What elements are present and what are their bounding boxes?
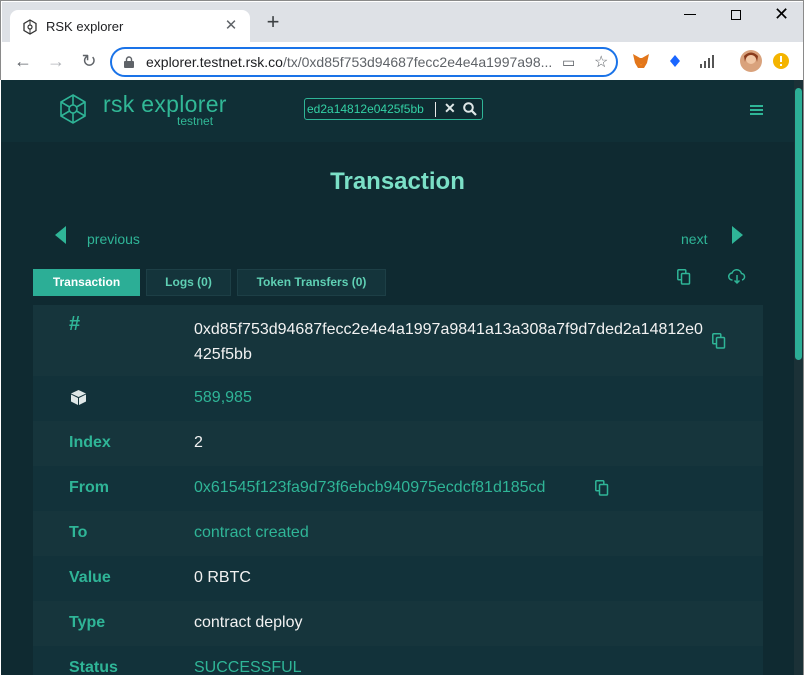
block-row: 589,985: [33, 376, 763, 421]
binance-icon[interactable]: [666, 52, 684, 70]
window-close-button[interactable]: ✕: [774, 4, 789, 25]
forward-button[interactable]: →: [45, 51, 67, 71]
status-label: Status: [69, 659, 118, 675]
avatar[interactable]: [740, 50, 762, 72]
previous-arrow-icon[interactable]: [55, 226, 66, 244]
copy-hash-icon[interactable]: [712, 333, 726, 349]
address-bar[interactable]: explorer.testnet.rsk.co/tx/0xd85f753d946…: [110, 47, 618, 77]
clear-search-icon[interactable]: ✕: [444, 100, 456, 117]
copy-icon[interactable]: [677, 269, 691, 285]
value-label: Value: [69, 569, 111, 586]
browser-window: RSK explorer ✕ + ✕ ← → ↻ explorer.testne…: [0, 0, 804, 81]
rsk-favicon-icon: [23, 19, 37, 35]
hash-icon: #: [69, 313, 81, 335]
previous-link[interactable]: previous: [87, 231, 140, 247]
tab-transaction[interactable]: Transaction: [33, 269, 140, 296]
tab-logs[interactable]: Logs (0): [146, 269, 231, 296]
cube-icon: [71, 390, 86, 405]
explorer-page: rsk explorer testnet ed2a14812e0425f5bb …: [1, 80, 794, 675]
next-link[interactable]: next: [681, 231, 707, 247]
warning-icon[interactable]: [772, 52, 790, 70]
back-button[interactable]: ←: [12, 51, 34, 71]
tx-hash-value: 0xd85f753d94687fecc2e4e4a1997a9841a13a30…: [194, 321, 703, 363]
type-value: contract deploy: [194, 614, 303, 631]
to-row: To contract created: [33, 511, 763, 556]
search-input[interactable]: ed2a14812e0425f5bb: [307, 102, 435, 116]
minimize-button[interactable]: [684, 14, 696, 15]
cast-icon[interactable]: ▭: [562, 54, 575, 71]
search-box[interactable]: ed2a14812e0425f5bb ✕: [304, 98, 483, 120]
status-row: Status SUCCESSFUL: [33, 646, 763, 675]
to-value-link[interactable]: contract created: [194, 524, 309, 542]
browser-tab[interactable]: RSK explorer ✕: [10, 10, 250, 43]
maximize-button[interactable]: [731, 10, 741, 20]
page-scrollbar[interactable]: [794, 80, 803, 675]
tab-strip: RSK explorer ✕ + ✕: [2, 2, 804, 43]
index-label: Index: [69, 434, 111, 451]
from-label: From: [69, 479, 109, 496]
index-row: Index 2: [33, 421, 763, 466]
value-amount: 0 RBTC: [194, 569, 251, 586]
star-icon[interactable]: ☆: [594, 52, 608, 72]
type-label: Type: [69, 614, 106, 631]
tab-token-transfers[interactable]: Token Transfers (0): [237, 269, 386, 296]
reload-button[interactable]: ↻: [78, 51, 100, 71]
block-number-link[interactable]: 589,985: [194, 389, 252, 407]
next-arrow-icon[interactable]: [732, 226, 743, 244]
from-row: From 0x61545f123fa9d73f6ebcb940975ecdcf8…: [33, 466, 763, 511]
network-label: testnet: [177, 114, 214, 128]
from-address-link[interactable]: 0x61545f123fa9d73f6ebcb940975ecdcf81d185…: [194, 479, 545, 497]
new-tab-button[interactable]: +: [262, 11, 284, 33]
rsk-logo-icon[interactable]: [57, 93, 89, 125]
site-header: rsk explorer testnet ed2a14812e0425f5bb …: [1, 80, 794, 142]
value-row: Value 0 RBTC: [33, 556, 763, 601]
type-row: Type contract deploy: [33, 601, 763, 646]
hamburger-icon[interactable]: [750, 105, 763, 115]
scrollbar-thumb[interactable]: [795, 88, 802, 360]
browser-toolbar: ← → ↻ explorer.testnet.rsk.co/tx/0xd85f7…: [2, 42, 804, 81]
close-tab-icon[interactable]: ✕: [222, 17, 240, 35]
page-title: Transaction: [330, 168, 465, 195]
url-text: explorer.testnet.rsk.co/tx/0xd85f753d946…: [146, 54, 553, 70]
index-value: 2: [194, 434, 203, 451]
download-icon[interactable]: [728, 269, 746, 285]
copy-from-icon[interactable]: [595, 480, 609, 496]
hash-row: # 0xd85f753d94687fecc2e4e4a1997a9841a13a…: [33, 305, 763, 376]
metamask-icon[interactable]: [632, 52, 650, 70]
tab-title: RSK explorer: [46, 19, 124, 34]
to-label: To: [69, 524, 88, 541]
search-icon[interactable]: [462, 101, 478, 117]
lock-icon: [124, 56, 134, 68]
text-cursor: [435, 102, 436, 117]
signal-icon[interactable]: [698, 52, 716, 70]
status-value: SUCCESSFUL: [194, 659, 302, 675]
